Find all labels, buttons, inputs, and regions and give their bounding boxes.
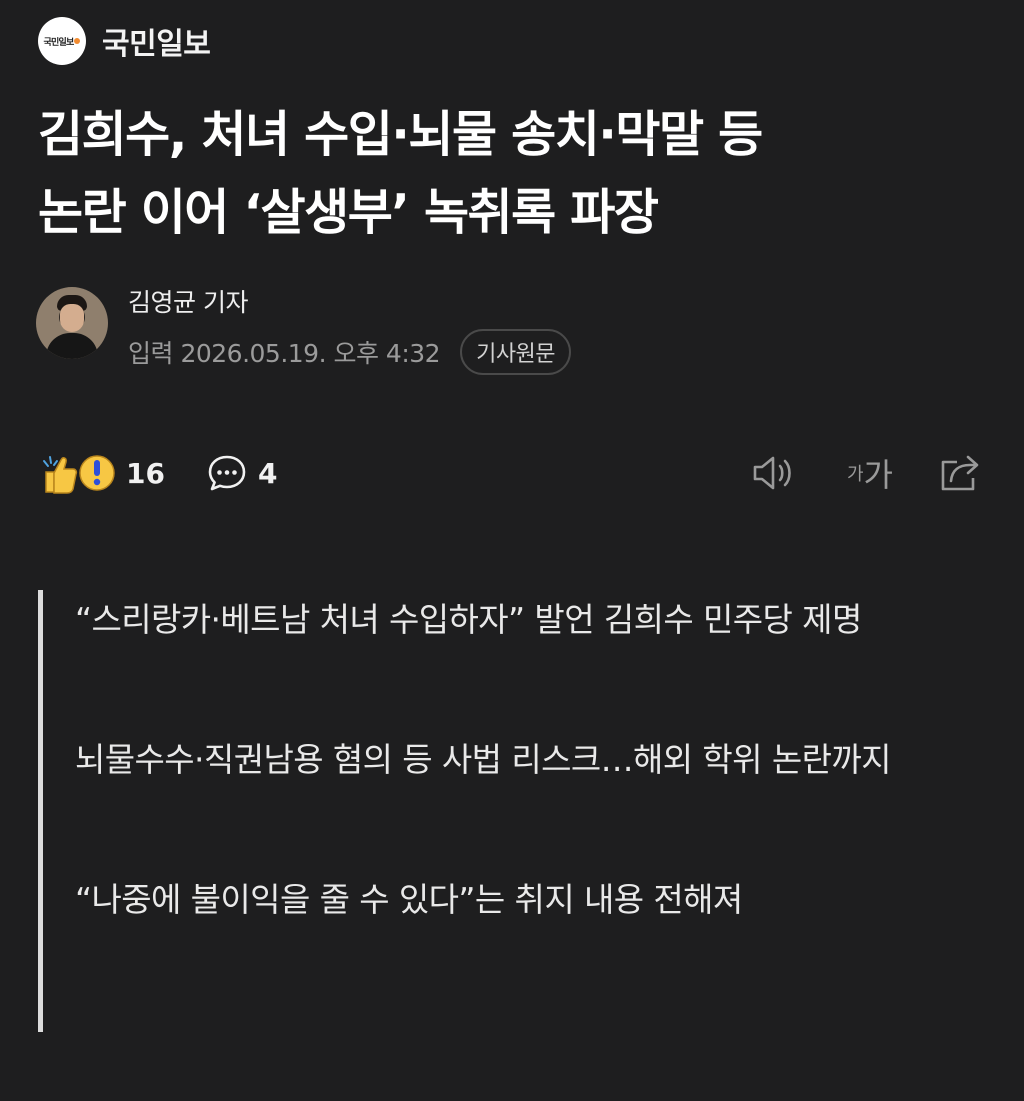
publisher-logo[interactable]: 국민일보: [38, 17, 86, 65]
summary-item: 뇌물수수·직권남용 혐의 등 사법 리스크…해외 학위 논란까지: [75, 740, 891, 779]
font-size-small-label: 가: [846, 464, 864, 485]
byline-text: 김영균 기자 입력 2026.05.19. 오후 4:32 기사원문: [128, 287, 572, 375]
publisher-name[interactable]: 국민일보: [102, 19, 211, 63]
surprised-icon: [79, 455, 115, 491]
share-icon: [941, 455, 979, 491]
thumbs-up-icon: [43, 456, 78, 494]
article-summary: “스리랑카·베트남 처녀 수입하자” 발언 김희수 민주당 제명 뇌물수수·직권…: [38, 590, 968, 1032]
listen-button[interactable]: [750, 451, 798, 495]
byline-meta: 입력 2026.05.19. 오후 4:32 기사원문: [128, 329, 572, 375]
publisher-header[interactable]: 국민일보 국민일보: [38, 17, 211, 65]
comment-button[interactable]: 4: [206, 447, 277, 499]
share-button[interactable]: [936, 451, 984, 495]
reporter-name[interactable]: 김영균 기자: [128, 287, 571, 319]
summary-item: “나중에 불이익을 줄 수 있다”는 취지 내용 전해져: [75, 880, 743, 919]
publisher-logo-text: 국민일보: [43, 37, 75, 48]
reporter-avatar[interactable]: [36, 287, 108, 359]
summary-item: “스리랑카·베트남 처녀 수입하자” 발언 김희수 민주당 제명: [75, 600, 862, 639]
reaction-emoji-stack: [40, 449, 118, 497]
headline-line-1: 김희수, 처녀 수입·뇌물 송치·막말 등: [38, 106, 763, 163]
original-article-button[interactable]: 기사원문: [460, 329, 572, 375]
comment-count: 4: [258, 456, 278, 490]
reaction-count: 16: [126, 456, 165, 490]
published-datetime: 입력 2026.05.19. 오후 4:32: [128, 339, 441, 368]
comment-bubble-icon: [208, 455, 246, 491]
article-headline: 김희수, 처녀 수입·뇌물 송치·막말 등 논란 이어 ‘살생부’ 녹취록 파장: [38, 96, 998, 252]
article-actions: 16 4 가가: [40, 447, 984, 499]
font-size-large-label: 가: [863, 456, 893, 494]
font-size-button[interactable]: 가가: [840, 451, 900, 495]
byline: 김영균 기자 입력 2026.05.19. 오후 4:32 기사원문: [36, 287, 572, 375]
speaker-icon: [753, 456, 791, 490]
publisher-logo-dot: [74, 38, 81, 44]
reaction-button[interactable]: 16: [40, 447, 165, 499]
avatar-body: [46, 333, 98, 359]
headline-line-2: 논란 이어 ‘살생부’ 녹취록 파장: [38, 184, 659, 241]
avatar-face: [60, 304, 84, 332]
